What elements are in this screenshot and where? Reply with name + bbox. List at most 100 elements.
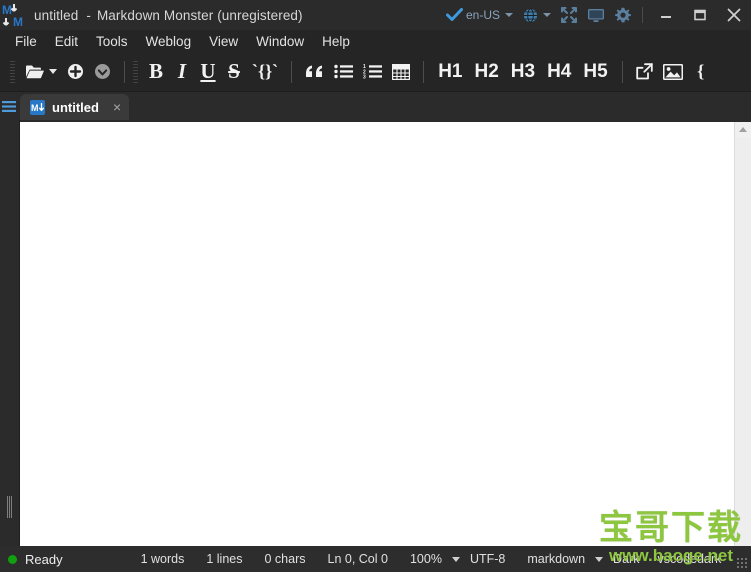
hamburger-menu-icon: [2, 100, 16, 113]
image-icon: [662, 63, 683, 80]
menu-bar: File Edit Tools Weblog View Window Help: [0, 30, 751, 52]
check-icon: [445, 8, 463, 22]
tab-list-menu-button[interactable]: [0, 92, 18, 120]
external-link-icon: [635, 63, 653, 80]
expand-arrows-icon: [561, 7, 577, 23]
chevron-down-icon[interactable]: [505, 13, 513, 17]
settings-button[interactable]: [610, 0, 636, 30]
minimize-button[interactable]: [649, 0, 683, 30]
table-icon: [392, 63, 411, 80]
chevron-down-icon[interactable]: [49, 69, 57, 74]
insert-image-button[interactable]: [658, 55, 688, 89]
tab-close-button[interactable]: ×: [113, 100, 121, 114]
zoom-level[interactable]: 100%: [410, 552, 442, 566]
minimize-icon: [660, 9, 672, 21]
menu-item-weblog[interactable]: Weblog: [137, 32, 201, 51]
open-file-button[interactable]: [20, 55, 62, 89]
save-button[interactable]: [62, 55, 89, 89]
heading-h1-button[interactable]: H1: [432, 55, 468, 89]
document-tab-untitled[interactable]: M untitled ×: [20, 94, 130, 120]
menu-item-edit[interactable]: Edit: [46, 32, 87, 51]
folder-open-icon: [25, 63, 45, 80]
folder-browser-collapsed-panel[interactable]: [0, 120, 20, 546]
monitor-icon: [587, 8, 605, 23]
quote-icon: [305, 64, 324, 79]
gear-icon: [615, 7, 631, 23]
strikethrough-button[interactable]: S: [221, 55, 247, 89]
inline-code-button[interactable]: `{}`: [247, 55, 283, 89]
table-button[interactable]: [387, 55, 415, 89]
svg-text:3: 3: [363, 74, 366, 79]
numbered-list-icon: 1 2 3: [363, 64, 383, 79]
word-count: 1 words: [140, 552, 185, 566]
menu-item-window[interactable]: Window: [247, 32, 313, 51]
save-icon: [67, 63, 84, 80]
status-text: Ready: [25, 551, 63, 567]
editor-pane: [20, 120, 751, 546]
editor-area: [0, 120, 751, 546]
bullet-list-button[interactable]: [329, 55, 358, 89]
globe-icon: [523, 7, 538, 23]
spellcheck-language-button[interactable]: en-US: [441, 0, 518, 30]
chevron-down-icon[interactable]: [595, 556, 604, 562]
blockquote-button[interactable]: [300, 55, 329, 89]
scroll-up-button[interactable]: [735, 122, 751, 137]
chevron-down-icon[interactable]: [451, 556, 460, 562]
svg-text:M: M: [13, 15, 23, 28]
heading-h5-button[interactable]: H5: [577, 55, 613, 89]
toolbar-drag-handle[interactable]: [10, 60, 15, 83]
underline-button[interactable]: U: [195, 55, 221, 89]
window-title-separator: -: [86, 7, 91, 23]
heading-h2-button[interactable]: H2: [468, 55, 504, 89]
resize-grip-icon[interactable]: [736, 557, 748, 569]
panel-splitter-handle[interactable]: [7, 496, 12, 518]
menu-item-view[interactable]: View: [200, 32, 247, 51]
save-as-button[interactable]: [89, 55, 116, 89]
distraction-free-mode-button[interactable]: [556, 0, 582, 30]
maximize-icon: [694, 9, 706, 21]
svg-text:M: M: [2, 3, 12, 17]
insert-link-button[interactable]: [631, 55, 658, 89]
maximize-button[interactable]: [683, 0, 717, 30]
title-bar-tools: en-US: [441, 0, 751, 30]
markdown-monster-window: M M untitled - Markdown Monster (unregis…: [0, 0, 751, 572]
main-toolbar: B I U S `{}` 1 2 3 H1 H2 H3 H4 H5 {: [0, 52, 751, 92]
tab-label: untitled: [52, 99, 99, 115]
heading-h3-button[interactable]: H3: [505, 55, 541, 89]
window-title-document: untitled: [34, 7, 79, 23]
toolbar-divider: [621, 60, 623, 83]
encoding-label[interactable]: UTF-8: [470, 552, 505, 566]
menu-item-help[interactable]: Help: [313, 32, 359, 51]
scroll-up-arrow-icon: [739, 127, 747, 132]
preview-browser-button[interactable]: [518, 0, 556, 30]
italic-button[interactable]: I: [169, 55, 195, 89]
titlebar-divider: [642, 7, 643, 23]
heading-h4-button[interactable]: H4: [541, 55, 577, 89]
bullet-list-icon: [334, 64, 354, 79]
toolbar-drag-handle[interactable]: [133, 60, 138, 83]
toolbar-overflow-item[interactable]: {: [688, 55, 714, 89]
editor-theme[interactable]: vscodedark: [657, 552, 721, 566]
markdown-editor[interactable]: [20, 122, 734, 546]
close-button[interactable]: [717, 0, 751, 30]
status-bar: Ready 1 words 1 lines 0 chars Ln 0, Col …: [0, 546, 751, 572]
toolbar-divider: [423, 60, 425, 83]
markdown-monster-logo-icon: M M: [2, 2, 28, 28]
app-theme[interactable]: Dark: [613, 552, 639, 566]
line-count: 1 lines: [206, 552, 243, 566]
editor-vertical-scrollbar[interactable]: [734, 122, 751, 546]
save-as-icon: [94, 63, 111, 80]
language-label: en-US: [465, 8, 500, 22]
markdown-icon: M: [30, 99, 45, 115]
syntax-mode[interactable]: markdown: [527, 552, 585, 566]
menu-item-file[interactable]: File: [6, 32, 46, 51]
presentation-mode-button[interactable]: [582, 0, 610, 30]
menu-item-tools[interactable]: Tools: [87, 32, 137, 51]
numbered-list-button[interactable]: 1 2 3: [358, 55, 387, 89]
bold-button[interactable]: B: [143, 55, 169, 89]
close-icon: [727, 8, 741, 22]
chevron-down-icon[interactable]: [543, 13, 551, 17]
svg-text:M: M: [31, 103, 39, 113]
scrollbar-track[interactable]: [735, 137, 751, 546]
title-bar: M M untitled - Markdown Monster (unregis…: [0, 0, 751, 30]
